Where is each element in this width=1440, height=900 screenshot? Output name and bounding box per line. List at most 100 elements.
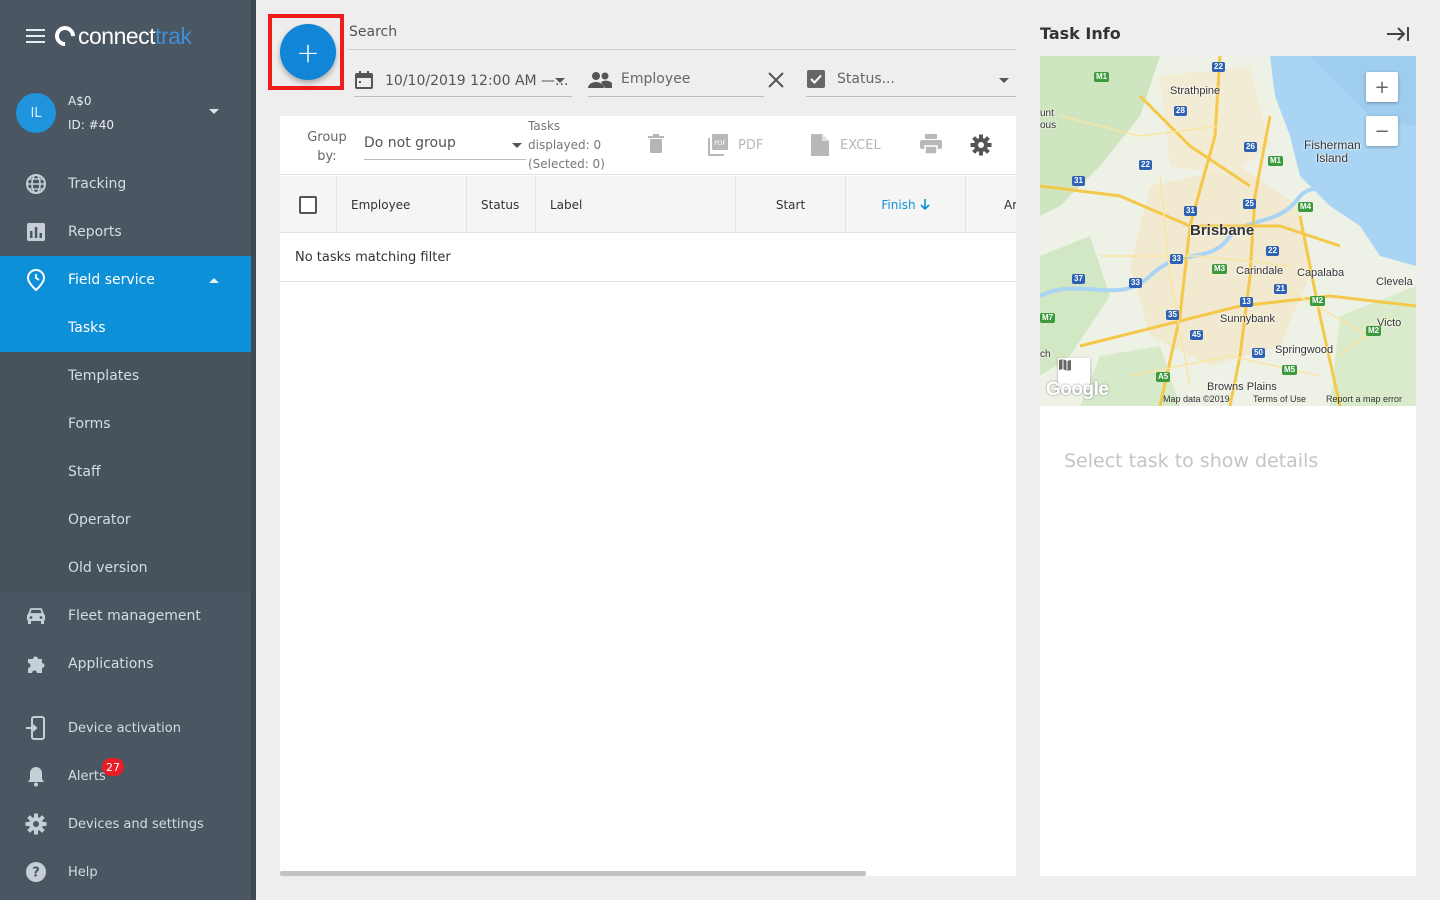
map-place-label: Carindale — [1236, 265, 1284, 277]
column-finish[interactable]: Finish — [846, 176, 966, 233]
nav-label: Devices and settings — [68, 816, 204, 832]
nav-reports[interactable]: Reports — [0, 208, 251, 256]
menu-icon[interactable] — [26, 29, 45, 43]
route-shield: M4 — [1298, 202, 1314, 212]
select-task-placeholder: Select task to show details — [1064, 450, 1319, 472]
user-id: ID: #40 — [68, 118, 114, 132]
task-info-title: Task Info — [1040, 24, 1121, 43]
nav-label: Device activation — [68, 720, 181, 736]
route-shield: 50 — [1252, 348, 1265, 358]
status-filter[interactable]: Status... — [806, 66, 1016, 97]
route-shield: 33 — [1129, 278, 1142, 288]
horizontal-scrollbar[interactable] — [280, 871, 866, 876]
task-details-panel: Select task to show details — [1040, 406, 1416, 876]
nav-label: Templates — [68, 368, 140, 384]
add-task-button[interactable]: + — [280, 24, 336, 80]
nav-label: Alerts — [68, 768, 106, 784]
column-label: Status — [481, 197, 520, 212]
help-icon: ? — [25, 861, 47, 883]
empty-message: No tasks matching filter — [280, 233, 1016, 282]
group-by-select[interactable]: Do not group — [364, 132, 526, 160]
export-excel-button[interactable]: EXCEL — [810, 134, 881, 156]
nav-label: Staff — [68, 464, 101, 480]
column-employee[interactable]: Employee — [337, 176, 467, 233]
export-pdf-button[interactable]: PDF PDF — [708, 134, 763, 156]
nav-operator[interactable]: Operator — [0, 496, 251, 544]
tasks-panel: Group by: Do not group Tasks displayed: … — [280, 116, 1016, 876]
nav-help[interactable]: ? Help — [0, 848, 251, 896]
report-map-error-link[interactable]: Report a map error — [1326, 394, 1402, 404]
logo-mark-icon — [50, 21, 80, 51]
nav-label: Tracking — [68, 176, 127, 192]
employee-filter[interactable]: Employee — [588, 66, 764, 97]
trash-icon — [648, 134, 664, 153]
table-settings-button[interactable] — [970, 134, 992, 156]
profile-dropdown-icon[interactable] — [209, 109, 219, 114]
avatar: IL — [16, 93, 56, 133]
route-shield: M2 — [1310, 296, 1326, 306]
nav-forms[interactable]: Forms — [0, 400, 251, 448]
user-profile[interactable]: IL A$0 ID: #40 — [0, 78, 251, 148]
map-view[interactable]: + − Strathpine Fisherman Island Brisbane… — [1040, 56, 1416, 406]
route-shield: 31 — [1184, 206, 1197, 216]
column-label: Label — [550, 197, 583, 212]
nav-applications[interactable]: Applications — [0, 640, 251, 688]
table-header: Employee Status Label Start Finish Ar — [280, 176, 1016, 233]
nav-fleet-management[interactable]: Fleet management — [0, 592, 251, 640]
map-place-label: unt — [1040, 108, 1054, 119]
column-label[interactable]: Label — [536, 176, 736, 233]
column-label: Ar — [1004, 197, 1016, 212]
nav-label: Tasks — [68, 320, 106, 336]
map-place-label: Springwood — [1275, 344, 1334, 356]
column-ar[interactable]: Ar — [966, 176, 1016, 233]
location-clock-icon — [25, 269, 47, 291]
collapse-caret-icon — [209, 278, 219, 283]
nav-device-activation[interactable]: Device activation — [0, 704, 251, 752]
route-shield: 22 — [1266, 246, 1279, 256]
route-shield: 22 — [1139, 160, 1152, 170]
terms-link[interactable]: Terms of Use — [1253, 394, 1306, 404]
delete-button[interactable] — [648, 134, 664, 154]
puzzle-icon — [25, 653, 47, 675]
nav-tasks[interactable]: Tasks — [0, 304, 251, 352]
checkbox-checked-icon — [807, 70, 825, 88]
column-start[interactable]: Start — [736, 176, 846, 233]
logo-text-connect: connect — [78, 22, 156, 49]
route-shield: M2 — [1366, 326, 1382, 336]
status-filter-label: Status... — [837, 71, 895, 87]
route-shield: 22 — [1212, 62, 1225, 72]
nav-tracking[interactable]: Tracking — [0, 160, 251, 208]
select-all-cell — [280, 176, 337, 233]
zoom-in-button[interactable]: + — [1366, 72, 1398, 102]
print-button[interactable] — [920, 134, 942, 154]
car-icon — [25, 605, 47, 627]
nav-old-version[interactable]: Old version — [0, 544, 251, 592]
nav-label: Forms — [68, 416, 111, 432]
collapse-panel-icon[interactable] — [1386, 26, 1410, 42]
route-shield: M3 — [1212, 264, 1228, 274]
nav-templates[interactable]: Templates — [0, 352, 251, 400]
nav-staff[interactable]: Staff — [0, 448, 251, 496]
bell-icon — [25, 765, 47, 787]
calendar-icon — [354, 70, 374, 94]
printer-icon — [920, 134, 942, 154]
date-range-value: 10/10/2019 12:00 AM —... — [385, 73, 569, 89]
clear-filter-icon[interactable] — [766, 70, 786, 90]
nav-field-service[interactable]: Field service — [0, 256, 251, 304]
date-range-filter[interactable]: 10/10/2019 12:00 AM —... — [354, 66, 572, 97]
zoom-out-button[interactable]: − — [1366, 116, 1398, 146]
search-input[interactable]: Search — [348, 18, 1016, 50]
map-place-label: Browns Plains — [1207, 381, 1277, 393]
select-all-checkbox[interactable] — [299, 195, 317, 214]
connecttrak-logo[interactable]: connect trak — [50, 21, 192, 51]
nav-devices-settings[interactable]: Devices and settings — [0, 800, 251, 848]
nav-alerts[interactable]: Alerts — [0, 752, 251, 800]
route-shield: 31 — [1072, 176, 1085, 186]
column-status[interactable]: Status — [467, 176, 536, 233]
column-label: Start — [775, 197, 806, 212]
device-add-icon — [25, 716, 47, 740]
status-dropdown-icon — [999, 78, 1009, 83]
bar-chart-icon — [25, 221, 47, 243]
employee-filter-label: Employee — [621, 71, 691, 87]
route-shield: 33 — [1170, 254, 1183, 264]
